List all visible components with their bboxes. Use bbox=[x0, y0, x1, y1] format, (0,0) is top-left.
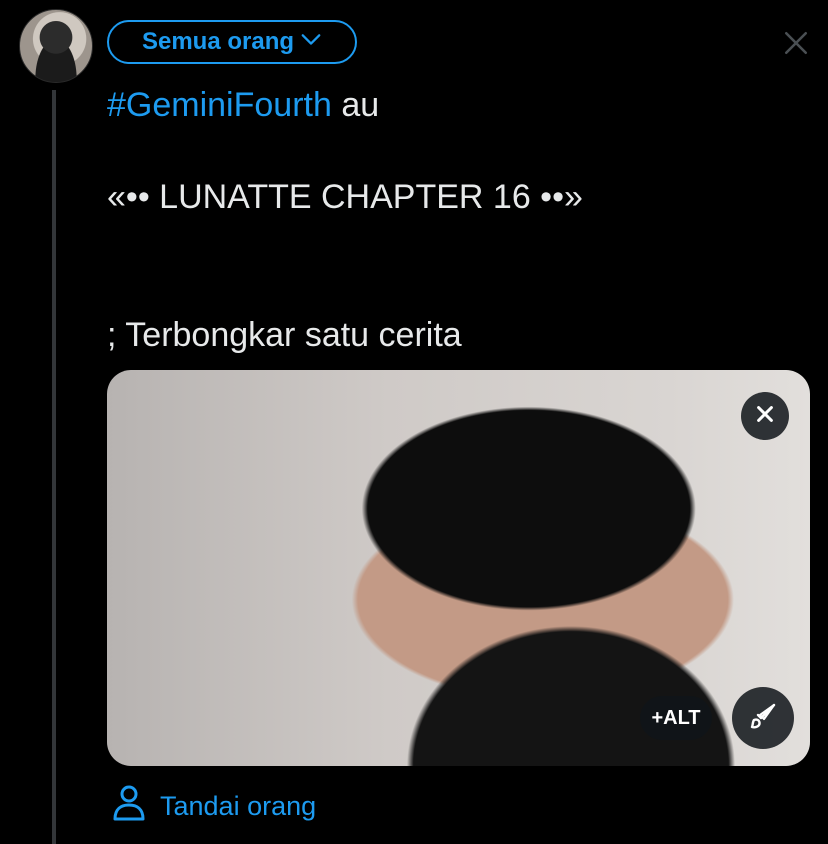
alt-text-button[interactable]: +ALT bbox=[640, 696, 712, 740]
tweet-line bbox=[107, 266, 807, 312]
tweet-text-input[interactable]: #GeminiFourth au «•• LUNATTE CHAPTER 16 … bbox=[107, 82, 807, 358]
chevron-down-icon bbox=[300, 28, 322, 57]
tag-people-label: Tandai orang bbox=[160, 791, 317, 821]
person-icon bbox=[112, 784, 146, 829]
tweet-line: #GeminiFourth au bbox=[107, 82, 807, 128]
edit-media-button[interactable] bbox=[732, 687, 794, 749]
tweet-line bbox=[107, 128, 807, 174]
hashtag-link[interactable]: #GeminiFourth bbox=[107, 86, 332, 124]
tweet-line: ; Terbongkar satu cerita bbox=[107, 316, 462, 354]
avatar[interactable] bbox=[19, 9, 93, 83]
tweet-composer: Semua orang #GeminiFourth au «•• LUNATTE… bbox=[0, 0, 828, 844]
audience-label: Semua orang bbox=[141, 28, 295, 55]
close-button[interactable] bbox=[778, 27, 814, 63]
audience-select-button[interactable]: Semua orang bbox=[107, 20, 357, 64]
brush-icon bbox=[748, 701, 778, 736]
remove-media-button[interactable] bbox=[741, 392, 789, 440]
attached-photo[interactable]: +ALT bbox=[107, 370, 810, 766]
close-icon bbox=[783, 30, 809, 61]
tweet-line: «•• LUNATTE CHAPTER 16 ••» bbox=[107, 178, 583, 216]
tweet-line-text: au bbox=[331, 86, 380, 124]
tweet-line bbox=[107, 220, 807, 266]
close-icon bbox=[754, 403, 776, 430]
thread-line bbox=[52, 90, 56, 844]
tag-people-button[interactable]: Tandai orang bbox=[112, 784, 316, 829]
